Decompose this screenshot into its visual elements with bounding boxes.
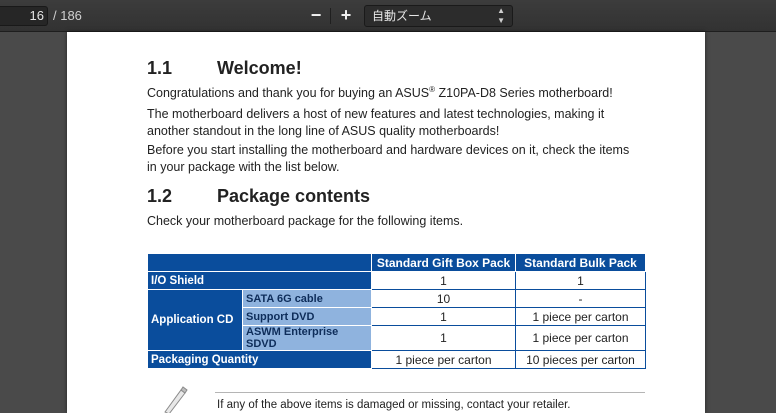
- row-label-packaging-quantity: Packaging Quantity: [147, 350, 372, 369]
- table-cell: 1 piece per carton: [371, 350, 516, 369]
- package-contents-table: Standard Gift Box Pack Standard Bulk Pac…: [147, 253, 646, 369]
- zoom-in-button[interactable]: +: [335, 5, 357, 27]
- section-2-number: 1.2: [147, 186, 173, 206]
- table-cell: 1: [515, 271, 646, 290]
- table-cell: 1: [371, 325, 516, 351]
- toolbar-separator: [330, 8, 331, 24]
- table-row: Standard Gift Box Pack Standard Bulk Pac…: [147, 253, 646, 272]
- table-cell: 10 pieces per carton: [515, 350, 646, 369]
- paragraph-2: The motherboard delivers a host of new f…: [147, 107, 605, 138]
- section-2-title: Package contents: [217, 186, 371, 206]
- zoom-out-button[interactable]: −: [305, 5, 327, 27]
- column-header-gift: Standard Gift Box Pack: [371, 253, 516, 272]
- table-cell: 1 piece per carton: [515, 307, 646, 326]
- table-header-blank: [147, 253, 372, 272]
- note-divider: [215, 392, 645, 393]
- row-label-application-cd: Application CD: [147, 289, 243, 351]
- table-row: Packaging Quantity 1 piece per carton 10…: [147, 350, 646, 369]
- section-1-number: 1.1: [147, 58, 173, 78]
- row-label-sata-cable: SATA 6G cable: [242, 289, 372, 308]
- table-row: Application CD SATA 6G cable 10 -: [147, 289, 646, 351]
- zoom-select[interactable]: 自動ズーム ▲ ▼: [364, 5, 513, 27]
- table-cell: 10: [371, 289, 516, 308]
- column-header-bulk: Standard Bulk Pack: [515, 253, 646, 272]
- updown-arrow-icon: ▲ ▼: [497, 6, 505, 25]
- pdf-page: 1.1 Welcome! Congratulations and thank y…: [67, 32, 705, 413]
- pdf-toolbar: 16 / 186 − + 自動ズーム ▲ ▼: [0, 0, 776, 32]
- table-cell: 1 piece per carton: [515, 325, 646, 351]
- paragraph-4: Check your motherboard package for the f…: [147, 214, 464, 228]
- row-label-aswm-sdvd: ASWM Enterprise SDVD: [242, 325, 372, 351]
- table-cell: -: [515, 289, 646, 308]
- table-cell: 1: [371, 307, 516, 326]
- table-row: I/O Shield 1 1: [147, 271, 646, 290]
- pencil-note-icon: [164, 386, 188, 413]
- page-total-label: / 186: [53, 8, 82, 23]
- paragraph-3: Before you start installing the motherbo…: [147, 143, 630, 174]
- page-number-input[interactable]: 16: [0, 6, 48, 26]
- note-text: If any of the above items is damaged or …: [217, 399, 571, 411]
- row-label-support-dvd: Support DVD: [242, 307, 372, 326]
- table-cell: 1: [371, 271, 516, 290]
- paragraph-1: Congratulations and thank you for buying…: [147, 84, 613, 100]
- section-1-title: Welcome!: [217, 58, 302, 78]
- row-label-io-shield: I/O Shield: [147, 271, 372, 290]
- zoom-select-value: 自動ズーム: [372, 9, 432, 23]
